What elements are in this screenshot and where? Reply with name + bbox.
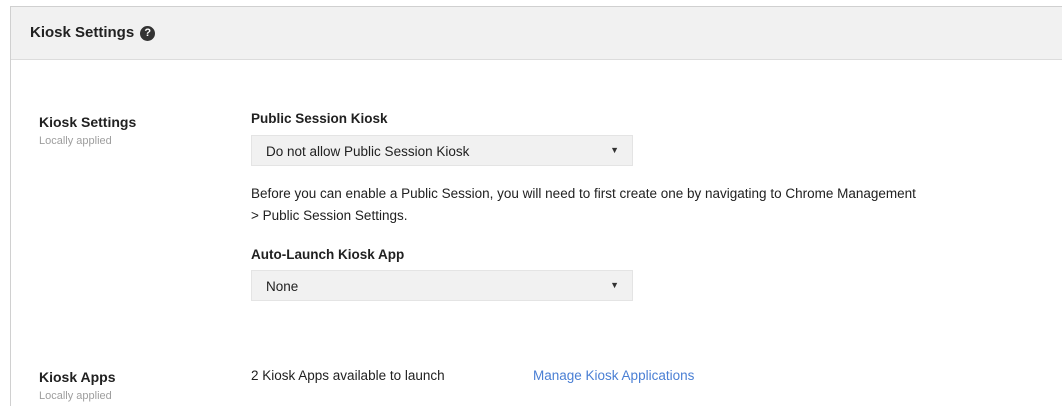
public-session-help-text: Before you can enable a Public Session, … <box>251 183 1062 227</box>
panel-title: Kiosk Settings? <box>30 24 156 41</box>
question-circle-icon[interactable]: ? <box>140 26 156 41</box>
auto-launch-kiosk-app-select[interactable]: None ▼ <box>251 270 633 301</box>
section-label-kiosk-settings: Kiosk Settings <box>39 114 137 130</box>
dropdown-arrow-icon: ▼ <box>610 280 619 290</box>
auto-launch-kiosk-app-label: Auto-Launch Kiosk App <box>251 247 405 262</box>
panel-title-text: Kiosk Settings <box>30 24 135 41</box>
help-text-line-2: > Public Session Settings. <box>251 208 408 223</box>
public-session-kiosk-select[interactable]: Do not allow Public Session Kiosk ▼ <box>251 135 633 166</box>
manage-kiosk-applications-link[interactable]: Manage Kiosk Applications <box>533 368 694 383</box>
kiosk-apps-count: 2 Kiosk Apps available to launch <box>251 368 445 383</box>
public-session-kiosk-value: Do not allow Public Session Kiosk <box>266 144 470 159</box>
public-session-kiosk-label: Public Session Kiosk <box>251 111 388 126</box>
dropdown-arrow-icon: ▼ <box>610 145 619 155</box>
panel-header: Kiosk Settings? <box>11 7 1062 60</box>
kiosk-settings-panel: Kiosk Settings? Kiosk Settings Locally a… <box>10 6 1062 406</box>
section-label-kiosk-apps: Kiosk Apps <box>39 369 116 385</box>
section-sublabel-kiosk-apps: Locally applied <box>39 390 112 402</box>
help-text-line-1: Before you can enable a Public Session, … <box>251 186 916 201</box>
section-sublabel-kiosk-settings: Locally applied <box>39 135 112 147</box>
auto-launch-kiosk-app-value: None <box>266 279 299 294</box>
